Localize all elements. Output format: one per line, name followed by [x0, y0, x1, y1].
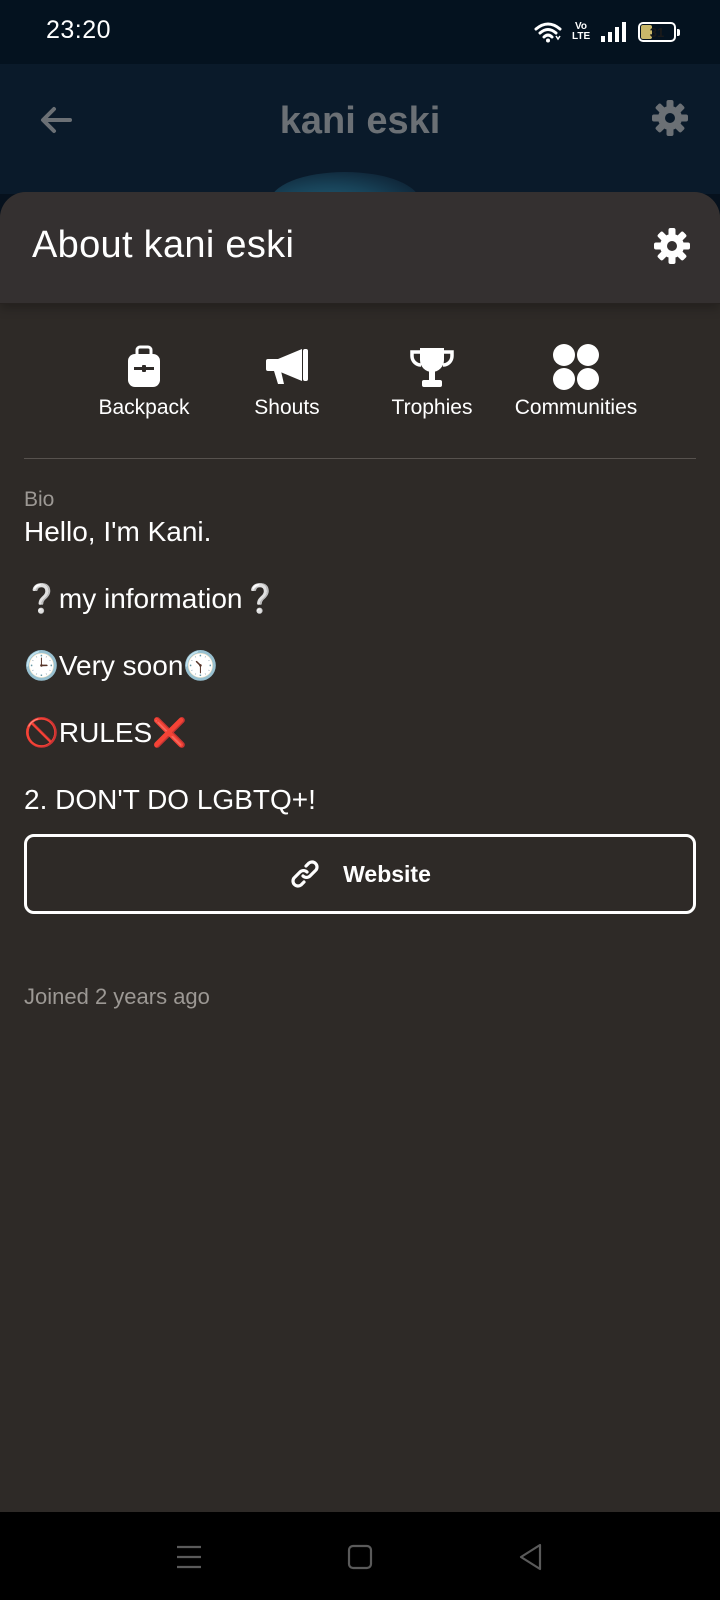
- communities-label: Communities: [514, 396, 638, 419]
- wifi-icon: [534, 22, 562, 43]
- signal-icon: [601, 22, 626, 42]
- sheet-title: About kani eski: [32, 224, 295, 266]
- bio-text: Hello, I'm Kani. ❔my information❔ 🕒Very …: [24, 512, 696, 847]
- bio-label: Bio: [24, 488, 55, 511]
- quick-links: Backpack Shouts Trophies Communities: [0, 342, 720, 452]
- communities-icon: [553, 344, 599, 390]
- about-sheet: About kani eski Backpack Shouts Trophies…: [0, 192, 720, 1512]
- website-button[interactable]: Website: [24, 834, 696, 914]
- sheet-header: About kani eski: [0, 192, 720, 304]
- gear-icon[interactable]: [652, 226, 692, 266]
- shouts-label: Shouts: [254, 396, 320, 419]
- link-icon: [291, 860, 319, 888]
- backpack-icon: [128, 345, 160, 387]
- website-label: Website: [343, 860, 431, 887]
- home-icon[interactable]: [343, 1540, 377, 1574]
- joined-date: Joined 2 years ago: [24, 984, 210, 1009]
- backpack-label: Backpack: [98, 396, 190, 419]
- battery-level: 31: [649, 24, 665, 40]
- bio-line: 🕒Very soon🕥: [24, 650, 219, 681]
- system-nav-bar: [0, 1512, 720, 1600]
- divider: [24, 458, 696, 459]
- menu-icon[interactable]: [172, 1540, 206, 1574]
- communities-link[interactable]: Communities: [496, 342, 656, 432]
- trophies-link[interactable]: Trophies: [352, 342, 512, 432]
- volte-icon: Vo LTE: [572, 21, 591, 42]
- bio-line: ❔my information❔: [24, 583, 278, 614]
- gear-icon[interactable]: [650, 98, 690, 138]
- megaphone-icon: [266, 349, 308, 384]
- shouts-link[interactable]: Shouts: [207, 342, 367, 432]
- back-icon[interactable]: [514, 1540, 548, 1574]
- battery-icon: 31: [638, 22, 680, 42]
- bio-line: 🚫RULES❌: [24, 717, 188, 748]
- trophies-label: Trophies: [391, 396, 473, 419]
- profile-title: kani eski: [279, 100, 441, 142]
- bio-line: Hello, I'm Kani.: [24, 516, 212, 547]
- backpack-link[interactable]: Backpack: [64, 342, 224, 432]
- trophy-icon: [410, 348, 454, 387]
- profile-header: kani eski: [0, 64, 720, 238]
- status-icons: Vo LTE 31: [534, 18, 680, 46]
- status-time: 23:20: [46, 16, 112, 44]
- status-bar: 23:20 Vo LTE 31: [0, 0, 720, 64]
